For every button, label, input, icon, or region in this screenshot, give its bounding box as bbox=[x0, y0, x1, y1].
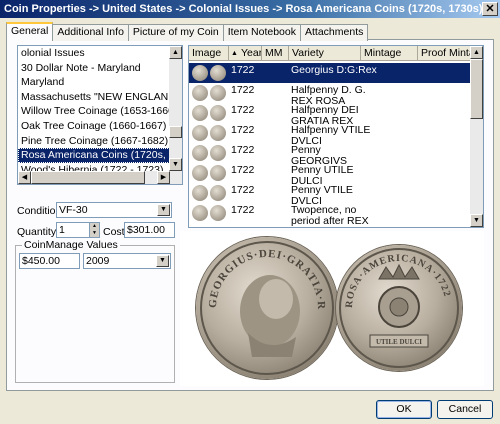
reverse-motto: UTILE DULCI bbox=[376, 338, 422, 346]
grid-cell-year: 1722 bbox=[231, 185, 255, 196]
coin-thumbnail-obverse bbox=[192, 165, 208, 181]
category-list-item[interactable]: 30 Dollar Note - Maryland bbox=[18, 61, 182, 76]
coin-thumbnail-reverse bbox=[210, 105, 226, 121]
value-amount-input[interactable]: $450.00 bbox=[19, 253, 80, 269]
cost-input[interactable]: $301.00 bbox=[124, 222, 175, 238]
grid-cell-year: 1722 bbox=[231, 145, 255, 156]
coin-thumbnail-obverse bbox=[192, 105, 208, 121]
coin-thumbnail-obverse bbox=[192, 125, 208, 141]
scroll-thumb[interactable] bbox=[169, 126, 182, 138]
quantity-input[interactable]: 1 bbox=[56, 222, 90, 238]
window-title-bar: Coin Properties -> United States -> Colo… bbox=[0, 0, 500, 18]
spin-down-icon[interactable]: ▼ bbox=[90, 230, 99, 237]
scroll-thumb[interactable] bbox=[470, 59, 483, 119]
category-list-item[interactable]: Pine Tree Coinage (1667-1682) bbox=[18, 134, 182, 149]
tab-general[interactable]: General bbox=[6, 22, 54, 41]
grid-row[interactable]: 1722 Penny GEORGIVS bbox=[189, 143, 472, 167]
coin-thumbnail-obverse bbox=[192, 85, 208, 101]
column-header-mintage[interactable]: Mintage bbox=[361, 46, 418, 61]
coin-thumbnail-reverse bbox=[210, 65, 226, 81]
spin-up-icon[interactable]: ▲ bbox=[90, 223, 99, 230]
scroll-up-icon[interactable]: ▲ bbox=[470, 46, 483, 59]
grid-row[interactable]: 1722 Penny VTILE DVLCI bbox=[189, 183, 472, 207]
chevron-down-icon[interactable]: ▼ bbox=[157, 204, 170, 216]
category-list-item[interactable]: Massachusetts "NEW ENGLAND" Coinag bbox=[18, 90, 182, 105]
column-header-image[interactable]: Image bbox=[189, 46, 229, 61]
grid-row[interactable]: 1722 Halfpenny D. G. REX ROSA bbox=[189, 83, 472, 107]
category-list-item[interactable]: olonial Issues bbox=[18, 46, 182, 61]
tab-picture-of-my-coin[interactable]: Picture of my Coin bbox=[127, 24, 224, 41]
scroll-up-icon[interactable]: ▲ bbox=[169, 46, 182, 59]
coin-thumbnail-reverse bbox=[210, 205, 226, 221]
tab-item-notebook[interactable]: Item Notebook bbox=[222, 24, 301, 41]
coinmanage-values-title: CoinManage Values bbox=[22, 239, 120, 251]
category-list-item[interactable]: Oak Tree Coinage (1660-1667) bbox=[18, 119, 182, 134]
grid-header: Image ▲ Year MM Variety Mintage Proof Mi… bbox=[189, 46, 472, 61]
grid-cell-year: 1722 bbox=[231, 105, 255, 116]
coin-reverse-art: UTILE DULCI ROSA·AMERICANA·1722 bbox=[339, 248, 459, 368]
column-header-proof-mintage[interactable]: Proof Minta... bbox=[418, 46, 472, 61]
coin-obverse-image: GEORGIUS·DEI·GRATIA·REX bbox=[192, 228, 338, 379]
coin-thumbnail-reverse bbox=[210, 185, 226, 201]
grid-cell-variety: Twopence, no period after REX bbox=[291, 205, 411, 227]
condition-select[interactable]: VF-30 ▼ bbox=[56, 202, 172, 218]
grid-row[interactable]: 1722 Georgius D:G:Rex bbox=[189, 63, 472, 83]
close-icon[interactable]: ✕ bbox=[482, 2, 498, 16]
category-list-item[interactable]: Willow Tree Coinage (1653-1660) bbox=[18, 104, 182, 119]
column-header-year[interactable]: ▲ Year bbox=[229, 46, 262, 61]
category-list-scrollbar[interactable]: ▲ ▼ bbox=[169, 46, 182, 184]
value-year-select[interactable]: 2009 ▼ bbox=[83, 253, 171, 269]
column-header-variety[interactable]: Variety bbox=[289, 46, 361, 61]
coin-image-panel: GEORGIUS·DEI·GRATIA·REX UTILE DULCI ROSA… bbox=[180, 228, 484, 386]
grid-cell-year: 1722 bbox=[231, 125, 255, 136]
grid-cell-year: 1722 bbox=[231, 85, 255, 96]
window-title: Coin Properties -> United States -> Colo… bbox=[4, 3, 483, 15]
quantity-label: Quantity: bbox=[17, 226, 60, 238]
ok-button[interactable]: OK bbox=[376, 400, 432, 419]
grid-row[interactable]: 1722 Penny UTILE DULCI bbox=[189, 163, 472, 187]
grid-cell-year: 1722 bbox=[231, 65, 255, 76]
scroll-right-icon[interactable]: ▶ bbox=[157, 171, 170, 184]
hscroll-thumb[interactable] bbox=[31, 171, 145, 184]
coin-thumbnail-obverse bbox=[192, 205, 208, 221]
coin-reverse-image: UTILE DULCI ROSA·AMERICANA·1722 bbox=[336, 245, 462, 371]
variety-line: period after REX bbox=[291, 215, 369, 227]
coin-thumbnail-reverse bbox=[210, 125, 226, 141]
coin-thumbnail-reverse bbox=[210, 145, 226, 161]
coin-obverse-art: GEORGIUS·DEI·GRATIA·REX bbox=[192, 228, 334, 375]
coin-thumbnail-reverse bbox=[210, 165, 226, 181]
category-list[interactable]: olonial Issues 30 Dollar Note - Maryland M… bbox=[17, 45, 183, 185]
column-header-mm[interactable]: MM bbox=[262, 46, 289, 61]
coin-thumbnail-obverse bbox=[192, 145, 208, 161]
tab-attachments[interactable]: Attachments bbox=[300, 24, 369, 41]
value-year: 2009 bbox=[86, 255, 110, 267]
tab-strip: General Additional Info Picture of my Co… bbox=[6, 22, 369, 41]
variety-line: Georgius D:G:Rex bbox=[291, 65, 377, 76]
chevron-down-icon[interactable]: ▼ bbox=[156, 255, 169, 267]
grid-cell-year: 1722 bbox=[231, 165, 255, 176]
grid-row[interactable]: 1722 Twopence, no period after REX bbox=[189, 203, 472, 227]
category-list-item[interactable]: Maryland bbox=[18, 75, 182, 90]
varieties-grid[interactable]: Image ▲ Year MM Variety Mintage Proof Mi… bbox=[188, 45, 484, 228]
grid-cell-year: 1722 bbox=[231, 205, 255, 216]
coin-thumbnail-obverse bbox=[192, 185, 208, 201]
grid-scrollbar[interactable]: ▲ ▼ bbox=[470, 46, 483, 227]
grid-cell-variety: Georgius D:G:Rex bbox=[291, 65, 411, 76]
tab-additional-info[interactable]: Additional Info bbox=[52, 24, 129, 41]
condition-value: VF-30 bbox=[59, 204, 88, 216]
scroll-down-icon[interactable]: ▼ bbox=[470, 214, 483, 227]
category-list-hscrollbar[interactable]: ◀ ▶ bbox=[18, 171, 170, 184]
scroll-down-icon[interactable]: ▼ bbox=[169, 158, 182, 171]
grid-row[interactable]: 1722 Halfpenny DEI GRATIA REX bbox=[189, 103, 472, 127]
coin-thumbnail-obverse bbox=[192, 65, 208, 81]
sort-ascending-icon: ▲ bbox=[231, 50, 238, 57]
category-list-item[interactable]: Rosa Americana Coins (1720s, 1730s) bbox=[18, 148, 182, 163]
coin-thumbnail-reverse bbox=[210, 85, 226, 101]
scroll-left-icon[interactable]: ◀ bbox=[18, 171, 31, 184]
cancel-button[interactable]: Cancel bbox=[437, 400, 493, 419]
quantity-stepper[interactable]: ▲ ▼ bbox=[89, 222, 100, 238]
grid-row[interactable]: 1722 Halfpenny VTILE DVLCI bbox=[189, 123, 472, 147]
